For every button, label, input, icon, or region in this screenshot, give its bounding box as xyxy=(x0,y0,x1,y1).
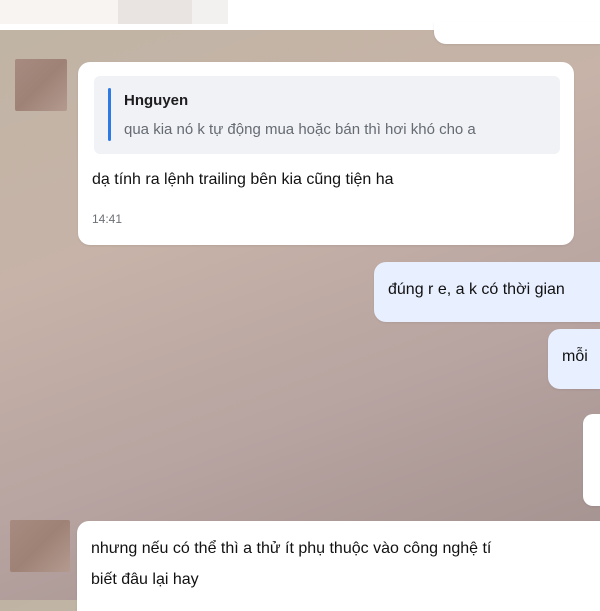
message-text: mỗi xyxy=(562,348,588,365)
message-bubble-incoming[interactable]: Hnguyen qua kia nó k tự động mua hoặc bá… xyxy=(78,62,574,245)
message-text: đúng r e, a k có thời gian xyxy=(388,281,565,298)
message-text-line: nhưng nếu có thể thì a thử ít phụ thuộc … xyxy=(91,540,492,557)
reply-quote[interactable]: Hnguyen qua kia nó k tự động mua hoặc bá… xyxy=(94,76,560,154)
message-bubble-outgoing[interactable]: đúng r e, a k có thời gian xyxy=(374,262,600,322)
message-text-line: biết đâu lại hay xyxy=(91,571,199,588)
message-bubble-incoming[interactable]: nhưng nếu có thể thì a thử ít phụ thuộc … xyxy=(77,521,600,611)
top-tab-blurred-3 xyxy=(192,0,228,24)
previous-message-bubble[interactable] xyxy=(434,22,600,44)
message-bubble-outgoing[interactable]: mỗi xyxy=(548,329,600,389)
quote-accent-bar xyxy=(108,88,111,141)
quote-text: qua kia nó k tự động mua hoặc bán thì hơ… xyxy=(124,121,476,138)
sender-avatar[interactable] xyxy=(10,520,70,572)
sender-avatar[interactable] xyxy=(15,59,67,111)
partial-message-bubble[interactable] xyxy=(583,414,600,506)
quote-author: Hnguyen xyxy=(124,92,189,109)
message-text: dạ tính ra lệnh trailing bên kia cũng ti… xyxy=(92,171,394,188)
top-tab-blurred-1 xyxy=(0,0,118,24)
message-timestamp: 14:41 xyxy=(92,212,123,226)
top-tab-blurred-2 xyxy=(118,0,192,24)
